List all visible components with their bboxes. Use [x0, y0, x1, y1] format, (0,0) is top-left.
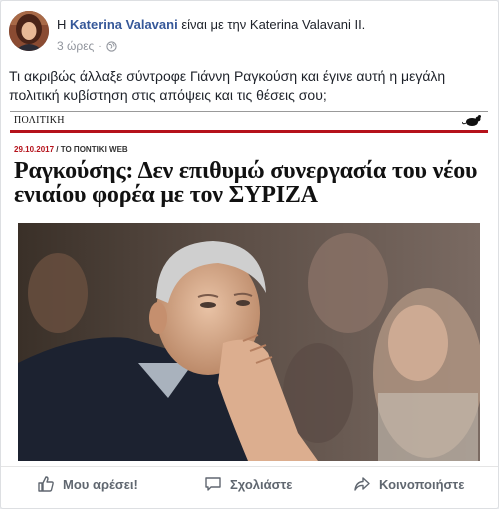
- article-headline[interactable]: Ραγκούσης: Δεν επιθυμώ συνεργασία του νέ…: [14, 159, 484, 207]
- like-button[interactable]: Μου αρέσει!: [37, 473, 138, 495]
- share-label: Κοινοποιήστε: [379, 476, 465, 492]
- post-header: Η Katerina Valavani είναι με την Katerin…: [9, 11, 489, 61]
- meta-separator: ·: [98, 40, 102, 52]
- author-line: Η Katerina Valavani είναι με την Katerin…: [57, 17, 365, 32]
- section-label: ΠΟΛΙΤΙΚΗ: [14, 115, 65, 126]
- link-attachment[interactable]: ΠΟΛΙΤΙΚΗ 29.10.2017 / ΤΟ ΠΟΝΤΙΚΙ WEB Ραγ…: [10, 111, 488, 461]
- post-text: Τι ακριβώς άλλαξε σύντροφε Γιάννη Ραγκού…: [9, 68, 446, 103]
- section-bar: ΠΟΛΙΤΙΚΗ: [10, 111, 488, 133]
- article-dateline: 29.10.2017 / ΤΟ ΠΟΝΤΙΚΙ WEB: [14, 145, 128, 154]
- share-arrow-icon: [354, 477, 370, 491]
- article-source: / ΤΟ ΠΟΝΤΙΚΙ WEB: [56, 145, 128, 154]
- like-label: Μου αρέσει!: [63, 476, 138, 492]
- with-text: είναι με την: [181, 17, 247, 32]
- mouse-logo-icon: [462, 115, 481, 126]
- globe-icon[interactable]: [106, 40, 117, 52]
- article-image: [18, 223, 480, 461]
- comment-icon: [205, 477, 221, 491]
- article-photo[interactable]: [18, 223, 480, 461]
- share-button[interactable]: Κοινοποιήστε: [353, 473, 464, 495]
- post-meta: 3 ώρες ·: [57, 39, 117, 53]
- avatar-image: [9, 11, 49, 51]
- post-time-link[interactable]: 3 ώρες: [57, 39, 94, 53]
- comment-label: Σχολιάστε: [230, 476, 293, 492]
- action-bar: Μου αρέσει! Σχολιάστε Κοινοποιήστε: [1, 466, 498, 497]
- thumbs-up-icon: [38, 476, 54, 492]
- tagged-name[interactable]: Katerina Valavani II.: [250, 17, 365, 32]
- comment-button[interactable]: Σχολιάστε: [204, 473, 292, 495]
- post-card: Η Katerina Valavani είναι με την Katerin…: [0, 0, 499, 509]
- author-prefix: Η: [57, 17, 67, 32]
- avatar[interactable]: [9, 11, 49, 51]
- article-date: 29.10.2017: [14, 145, 55, 154]
- author-name-link[interactable]: Katerina Valavani: [70, 17, 178, 32]
